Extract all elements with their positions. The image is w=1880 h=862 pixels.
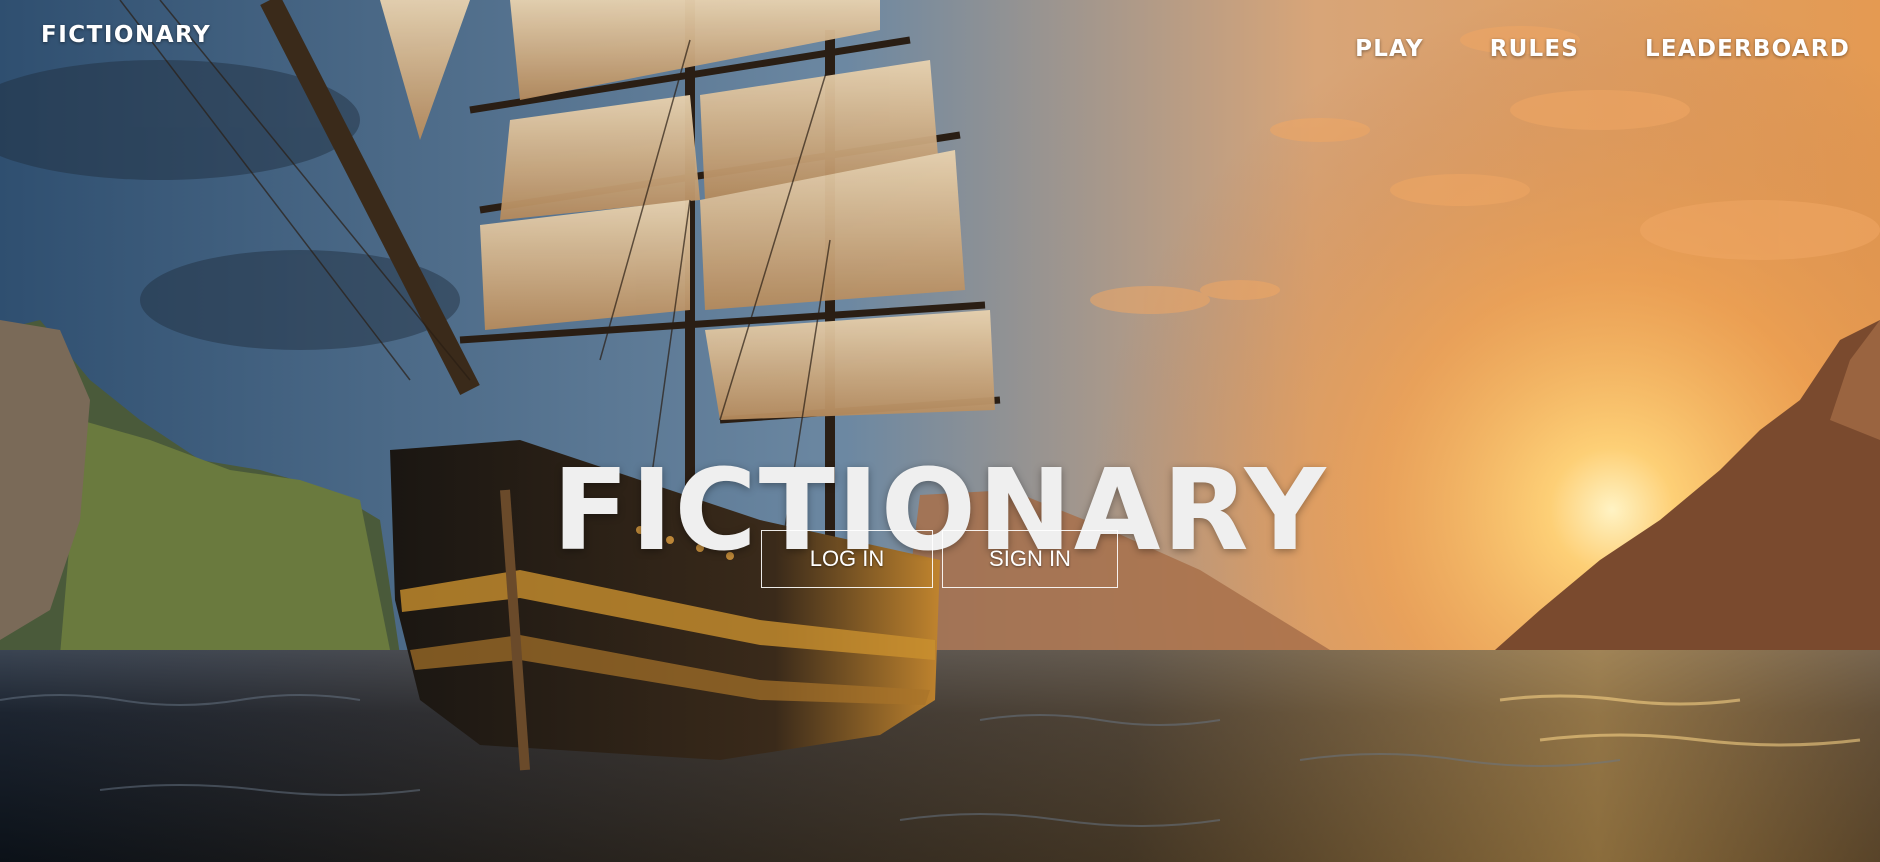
brand-logo[interactable]: FICTIONARY (41, 22, 211, 48)
top-nav: PLAY RULES LEADERBOARD (1289, 36, 1850, 62)
nav-leaderboard-link[interactable]: LEADERBOARD (1645, 36, 1850, 62)
hero-background-image (0, 0, 1880, 862)
auth-actions: LOG IN SIGN IN (761, 530, 1118, 588)
nav-rules-link[interactable]: RULES (1490, 36, 1579, 62)
sign-in-button[interactable]: SIGN IN (942, 530, 1118, 588)
nav-play-link[interactable]: PLAY (1355, 36, 1424, 62)
hero-section: FICTIONARY PLAY RULES LEADERBOARD FICTIO… (0, 0, 1880, 862)
log-in-button[interactable]: LOG IN (761, 530, 933, 588)
